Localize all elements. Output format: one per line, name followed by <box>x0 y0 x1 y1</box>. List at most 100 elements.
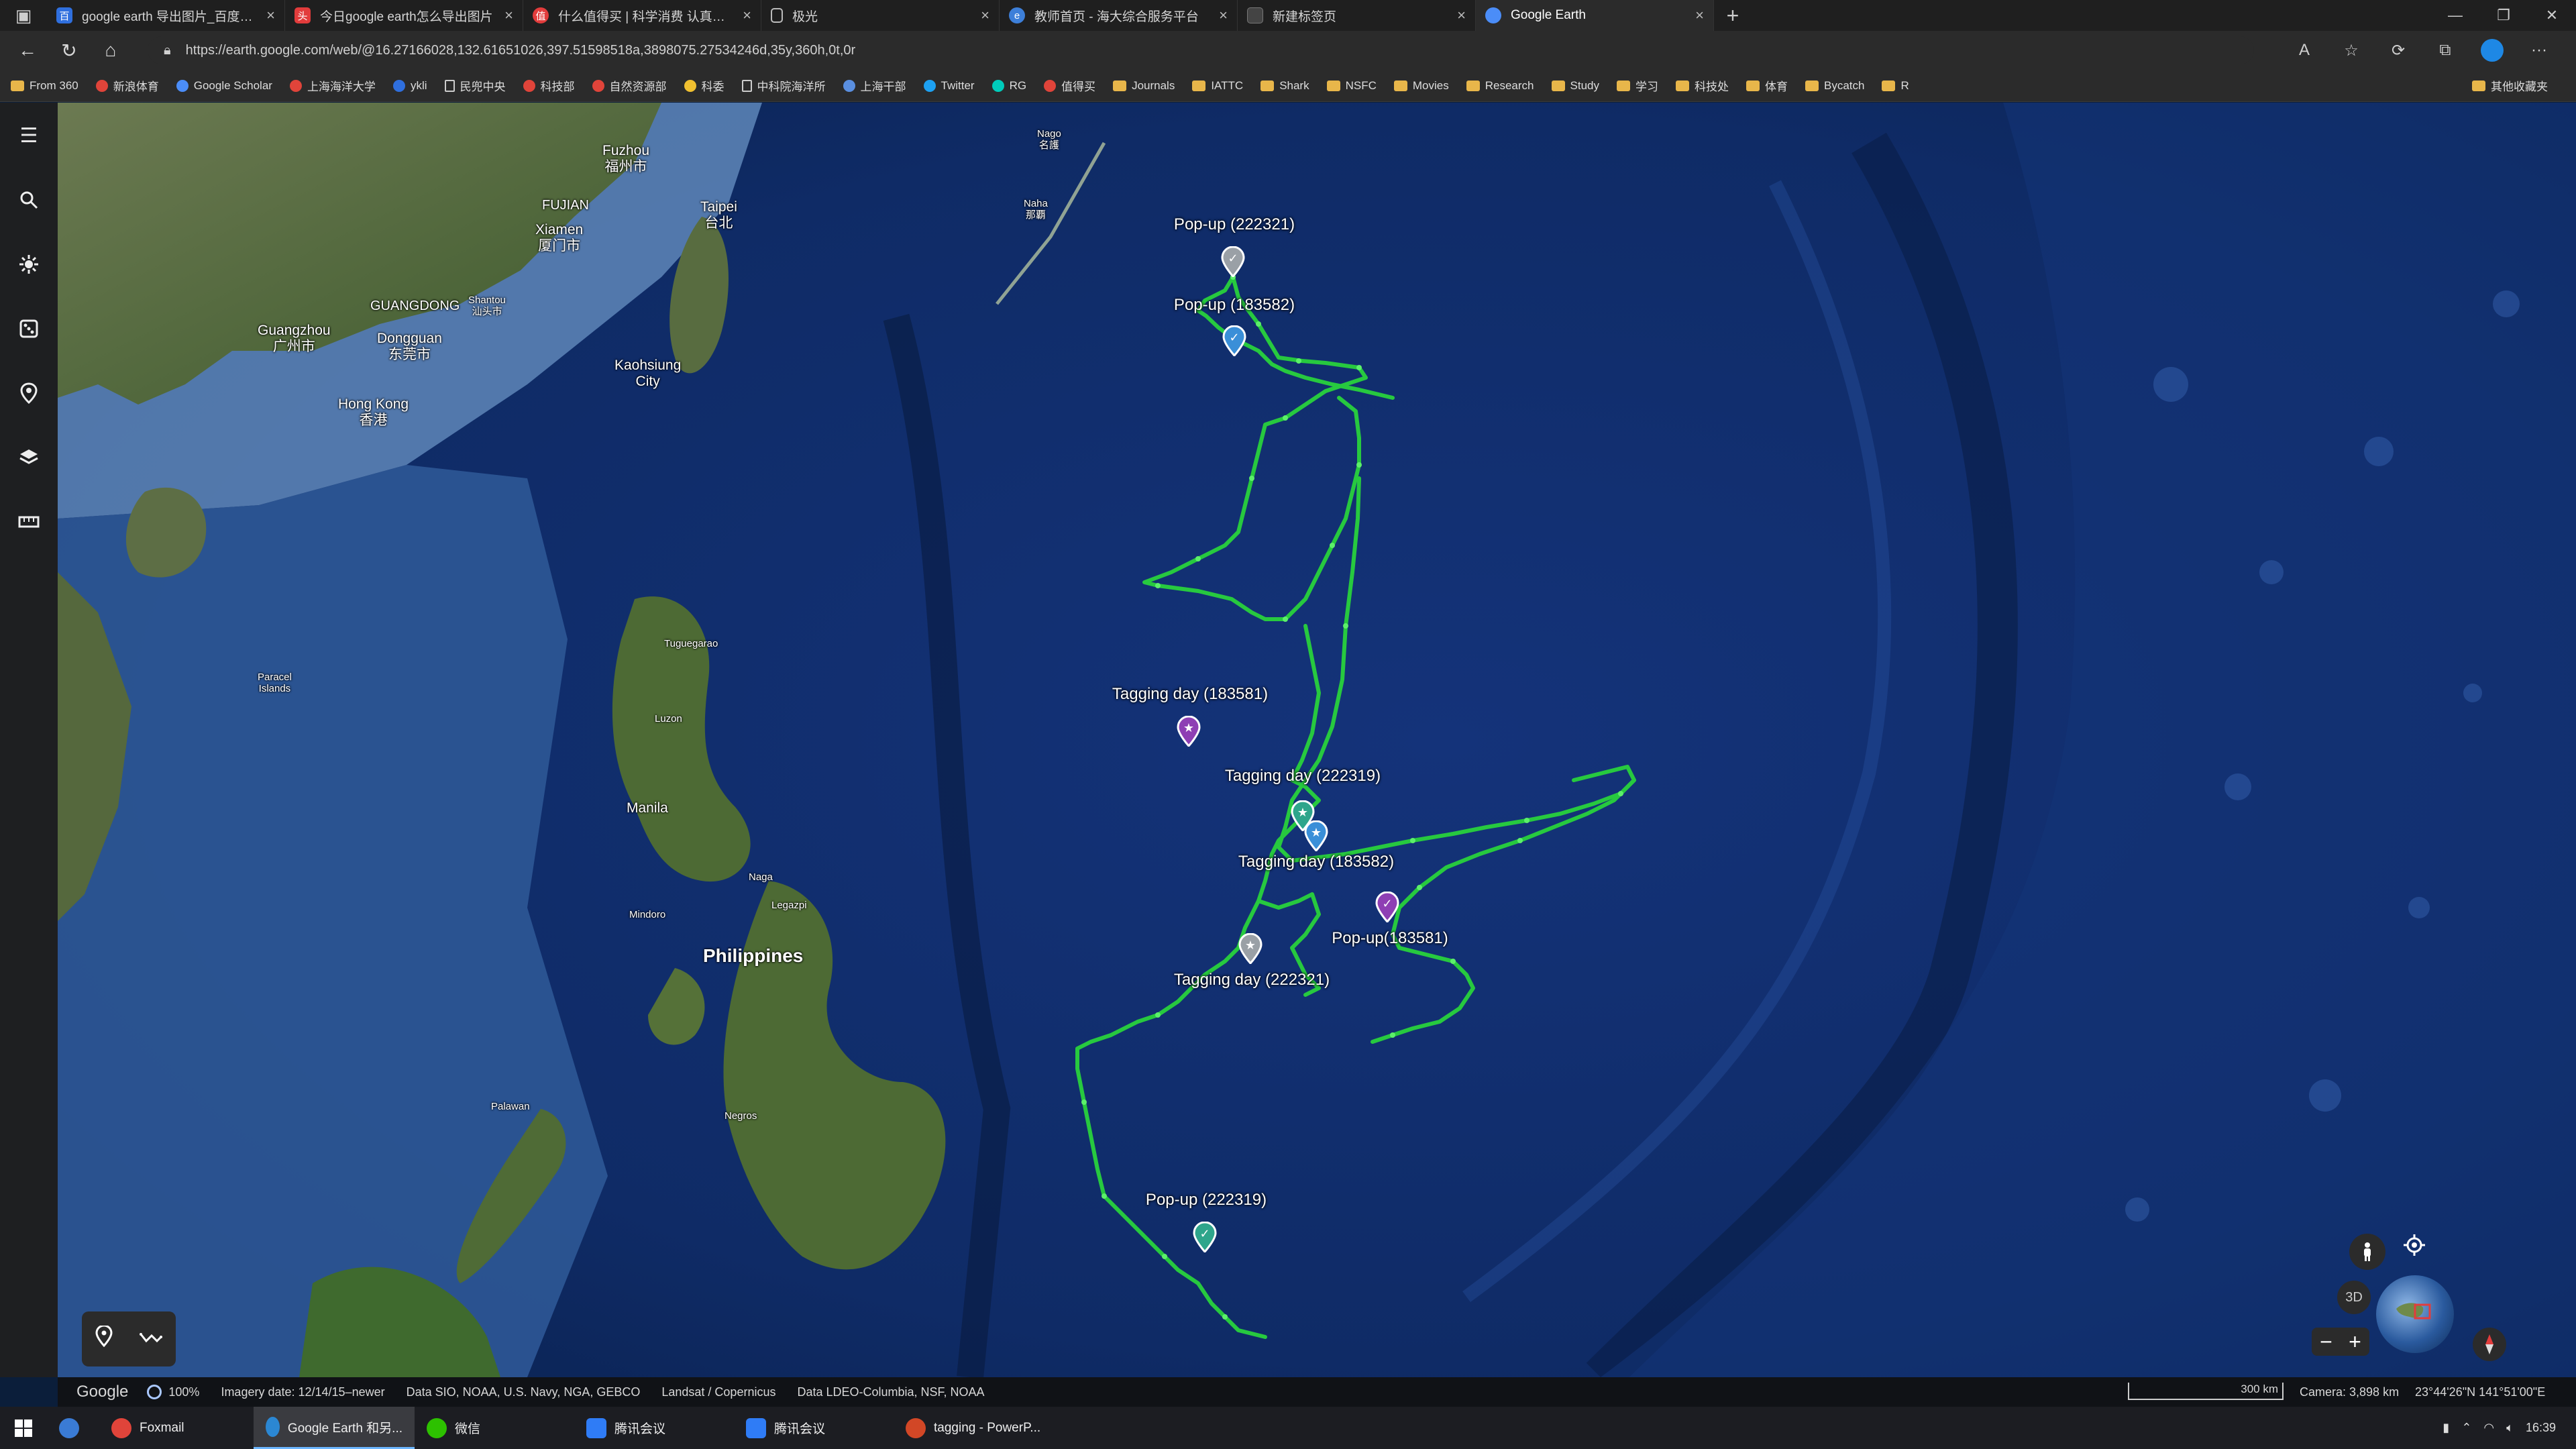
placemark-label[interactable]: Tagging day (183581) <box>1112 685 1268 704</box>
tab-teacher-home[interactable]: e 教师首页 - 海大综合服务平台 × <box>1000 0 1238 31</box>
taskbar-app[interactable]: 腾讯会议 <box>574 1407 734 1449</box>
bookmark-item[interactable]: 中科院海洋所 <box>741 77 826 94</box>
feeling-lucky-icon[interactable] <box>0 305 58 352</box>
taskbar-app[interactable]: 腾讯会议 <box>734 1407 894 1449</box>
close-tab-icon[interactable]: × <box>1695 7 1704 24</box>
tab-baidu[interactable]: 百 google earth 导出图片_百度搜索 × <box>47 0 285 31</box>
volume-icon[interactable]: 🔈︎ <box>2506 1421 2514 1435</box>
taskbar-app[interactable]: tagging - PowerP... <box>894 1407 1055 1449</box>
bookmark-item[interactable]: 学习 <box>1617 77 1658 94</box>
read-aloud-icon[interactable]: A <box>2281 41 2328 60</box>
bookmark-item[interactable]: 体育 <box>1746 77 1788 94</box>
bookmark-item[interactable]: From 360 <box>11 79 78 93</box>
refresh-icon[interactable]: ↻ <box>48 31 90 70</box>
data-credits-3[interactable]: Data LDEO-Columbia, NSF, NOAA <box>797 1385 984 1399</box>
bookmark-item[interactable]: IATTC <box>1192 79 1243 93</box>
start-button[interactable] <box>0 1407 47 1449</box>
battery-icon[interactable]: ▮ <box>2443 1421 2449 1435</box>
bookmark-item[interactable]: 上海海洋大学 <box>289 77 376 94</box>
tab-actions-menu-icon[interactable]: ▣ <box>0 0 47 31</box>
close-window-icon[interactable]: ✕ <box>2528 0 2576 31</box>
collections-icon[interactable]: ⧉ <box>2422 41 2469 60</box>
bookmark-item[interactable]: 科技部 <box>523 77 575 94</box>
check-pin-icon[interactable]: ✓ <box>1220 246 1246 278</box>
data-credits-2[interactable]: Landsat / Copernicus <box>661 1385 775 1399</box>
bookmark-item[interactable]: Research <box>1466 79 1534 93</box>
close-tab-icon[interactable]: × <box>743 7 751 24</box>
close-tab-icon[interactable]: × <box>1457 7 1466 24</box>
tab-new-tab[interactable]: 新建标签页 × <box>1238 0 1476 31</box>
bookmark-item[interactable]: 自然资源部 <box>592 77 667 94</box>
bookmark-item[interactable]: Study <box>1551 79 1599 93</box>
add-placemark-icon[interactable] <box>95 1324 113 1352</box>
check-pin-icon[interactable]: ✓ <box>1375 891 1400 924</box>
bookmark-item[interactable]: Bycatch <box>1805 79 1864 93</box>
home-icon[interactable]: ⌂ <box>90 31 131 70</box>
close-tab-icon[interactable]: × <box>504 7 513 24</box>
bookmark-item[interactable]: ykli <box>392 79 427 93</box>
star-pin-icon[interactable]: ★ <box>1176 715 1201 748</box>
bookmark-item[interactable]: NSFC <box>1326 79 1377 93</box>
minimize-icon[interactable]: — <box>2431 0 2479 31</box>
bookmark-item[interactable]: 民兜中央 <box>444 77 506 94</box>
pegman-icon[interactable] <box>2349 1234 2385 1270</box>
restore-icon[interactable]: ❐ <box>2479 0 2528 31</box>
profile-avatar[interactable] <box>2469 39 2516 62</box>
globe-minimap-icon[interactable] <box>2376 1275 2454 1353</box>
bookmark-item[interactable]: Google Scholar <box>176 79 272 93</box>
bookmark-item[interactable]: RG <box>991 79 1026 93</box>
bookmark-item[interactable]: 新浪体育 <box>95 77 159 94</box>
compass-icon[interactable] <box>2473 1328 2506 1361</box>
voyager-icon[interactable] <box>0 241 58 288</box>
other-favorites-folder[interactable]: 其他收藏夹 <box>2472 77 2548 94</box>
placemark-label[interactable]: Pop-up (222321) <box>1174 215 1295 234</box>
new-tab-button[interactable]: + <box>1714 0 1752 31</box>
extensions-icon[interactable]: ⟳ <box>2375 41 2422 60</box>
clock[interactable]: 16:39 <box>2526 1421 2556 1435</box>
check-pin-icon[interactable]: ✓ <box>1192 1221 1218 1254</box>
bookmark-item[interactable]: 上海干部 <box>843 77 906 94</box>
tab-toutiao[interactable]: 头 今日google earth怎么导出图片 × <box>285 0 523 31</box>
earth-map-view[interactable]: Fuzhou 福州市 FUJIAN Xiamen 厦门市 Taipei 台北 G… <box>58 103 2576 1377</box>
lock-icon[interactable]: 🔒︎ <box>164 43 171 58</box>
bookmark-item[interactable]: R <box>1882 79 1909 93</box>
taskbar-app[interactable]: Google Earth 和另... <box>254 1407 415 1449</box>
placemark-label[interactable]: Tagging day (222319) <box>1225 767 1381 786</box>
tab-smzdm[interactable]: 值 什么值得买 | 科学消费 认真生活 × <box>523 0 761 31</box>
close-tab-icon[interactable]: × <box>266 7 275 24</box>
menu-icon[interactable]: ☰ <box>0 112 58 159</box>
url-field[interactable]: 🔒︎ https://earth.google.com/web/@16.2716… <box>148 36 2254 64</box>
back-icon[interactable]: ← <box>7 31 48 70</box>
star-pin-icon[interactable]: ★ <box>1303 820 1329 853</box>
bookmark-item[interactable]: 值得买 <box>1044 77 1095 94</box>
search-icon[interactable] <box>0 176 58 223</box>
bookmark-item[interactable]: Shark <box>1260 79 1309 93</box>
taskbar-app[interactable]: 微信 <box>415 1407 574 1449</box>
placemark-label[interactable]: Pop-up (183582) <box>1174 296 1295 315</box>
wifi-icon[interactable]: ◠ <box>2483 1421 2494 1435</box>
draw-path-icon[interactable] <box>140 1328 162 1350</box>
bookmark-item[interactable]: Movies <box>1393 79 1449 93</box>
chevron-up-icon[interactable]: ⌃ <box>2461 1421 2471 1435</box>
check-pin-icon[interactable]: ✓ <box>1222 325 1247 358</box>
bookmark-item[interactable]: Journals <box>1113 79 1175 93</box>
taskbar-app[interactable]: Foxmail <box>99 1407 254 1449</box>
bookmark-item[interactable]: 科委 <box>684 77 724 94</box>
projects-icon[interactable] <box>0 370 58 417</box>
my-location-icon[interactable] <box>2395 1226 2434 1265</box>
close-tab-icon[interactable]: × <box>1219 7 1228 24</box>
bookmark-item[interactable]: 科技处 <box>1676 77 1729 94</box>
star-pin-icon[interactable]: ★ <box>1238 932 1263 965</box>
close-tab-icon[interactable]: × <box>981 7 989 24</box>
favorite-star-icon[interactable]: ☆ <box>2328 41 2375 60</box>
placemark-label[interactable]: Tagging day (222321) <box>1174 971 1330 989</box>
zoom-out-button[interactable]: − <box>2320 1330 2332 1354</box>
3d-toggle-button[interactable]: 3D <box>2337 1281 2371 1314</box>
measure-icon[interactable] <box>0 498 58 545</box>
bookmark-item[interactable]: Twitter <box>923 79 975 93</box>
tab-jiguang[interactable]: 极光 × <box>761 0 1000 31</box>
zoom-in-button[interactable]: + <box>2349 1330 2361 1354</box>
more-menu-icon[interactable]: ··· <box>2516 41 2563 60</box>
placemark-label[interactable]: Tagging day (183582) <box>1238 853 1394 871</box>
map-style-icon[interactable] <box>0 434 58 481</box>
